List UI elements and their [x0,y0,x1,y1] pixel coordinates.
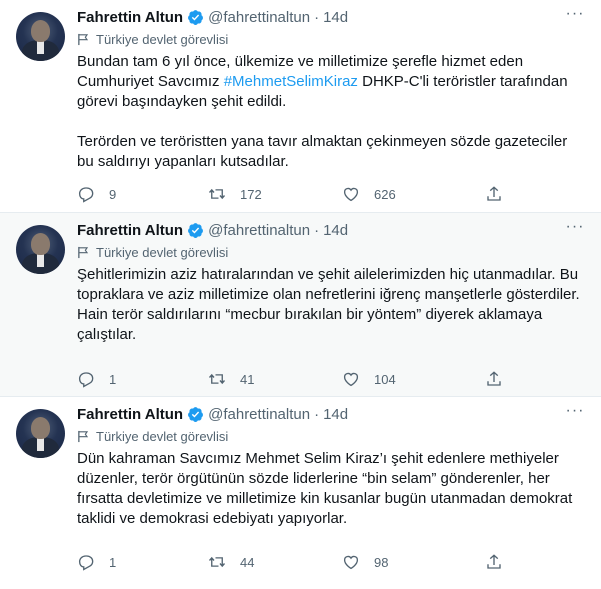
timestamp[interactable]: 14d [323,222,348,239]
retweet-count: 172 [240,186,262,202]
hashtag-link[interactable]: #MehmetSelimKiraz [224,73,358,90]
avatar[interactable] [16,12,65,61]
flag-icon [78,33,89,45]
share-icon [487,371,501,386]
flag-icon [78,246,89,258]
author-name[interactable]: Fahrettin Altun [77,9,183,26]
account-label: Türkiye devlet görevlisi [96,244,229,260]
share-button[interactable] [485,185,503,203]
retweet-icon [208,556,226,568]
flag-icon [78,430,89,442]
reply-button[interactable]: 1 [77,553,116,571]
reply-count: 1 [109,371,117,387]
account-label: Türkiye devlet görevlisi [96,428,229,444]
timestamp[interactable]: 14d [323,406,348,423]
author-handle[interactable]: @fahrettinaltun [208,222,310,239]
avatar[interactable] [16,225,65,274]
author-name[interactable]: Fahrettin Altun [77,406,183,423]
tweet-1[interactable]: Fahrettin Altun @fahrettinaltun · 14d ··… [0,0,601,212]
share-button[interactable] [485,553,503,571]
like-count: 104 [374,371,396,387]
retweet-button[interactable]: 41 [208,370,254,388]
more-icon[interactable]: ··· [565,219,585,240]
author-handle[interactable]: @fahrettinaltun [208,406,310,423]
like-count: 626 [374,186,396,202]
like-button[interactable]: 104 [342,370,396,388]
reply-button[interactable]: 1 [77,370,116,388]
share-icon [487,186,501,201]
reply-button[interactable]: 9 [77,185,116,203]
share-icon [487,554,501,569]
retweet-count: 44 [240,554,255,570]
like-button[interactable]: 626 [342,185,396,203]
retweet-button[interactable]: 172 [208,185,262,203]
retweet-icon [208,373,226,385]
verified-badge-icon [188,406,204,422]
retweet-button[interactable]: 44 [208,553,254,571]
reply-icon [78,372,94,388]
retweet-count: 41 [240,371,255,387]
tweet-2[interactable]: Fahrettin Altun @fahrettinaltun · 14d ··… [0,212,601,396]
like-icon [343,187,359,202]
reply-icon [78,187,94,203]
like-count: 98 [374,554,389,570]
like-icon [343,372,359,387]
more-icon[interactable]: ··· [565,403,585,424]
tweet-text: Bundan tam 6 yıl önce, ülkemize ve mille… [77,53,568,170]
separator: · [314,405,320,423]
tweet-text: Şehitlerimizin aziz hatıralarından ve şe… [77,266,580,343]
reply-count: 1 [109,554,117,570]
author-name[interactable]: Fahrettin Altun [77,222,183,239]
reply-count: 9 [109,186,117,202]
verified-badge-icon [188,222,204,238]
like-icon [343,555,359,570]
separator: · [314,8,320,26]
verified-badge-icon [188,9,204,25]
tweet-text: Dün kahraman Savcımız Mehmet Selim Kiraz… [77,450,573,527]
account-label: Türkiye devlet görevlisi [96,31,229,47]
tweet-3[interactable]: Fahrettin Altun @fahrettinaltun · 14d ··… [0,396,601,589]
reply-icon [78,555,94,571]
share-button[interactable] [485,370,503,388]
like-button[interactable]: 98 [342,553,388,571]
timestamp[interactable]: 14d [323,9,348,26]
retweet-icon [208,188,226,200]
more-icon[interactable]: ··· [565,6,585,27]
author-handle[interactable]: @fahrettinaltun [208,9,310,26]
separator: · [314,221,320,239]
avatar[interactable] [16,409,65,458]
